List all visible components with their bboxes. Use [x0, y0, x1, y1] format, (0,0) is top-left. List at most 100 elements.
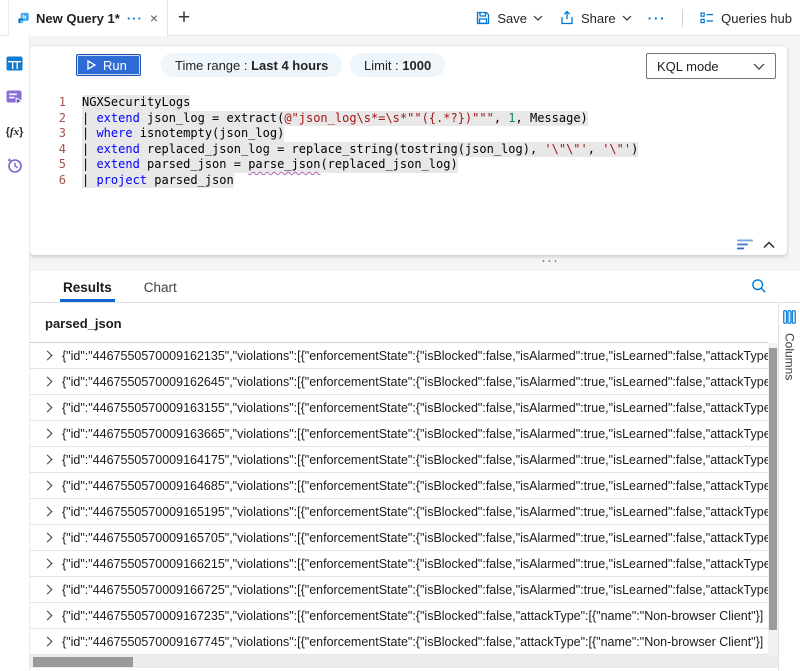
time-range-label: Time range :	[175, 58, 251, 73]
table-row[interactable]: {"id":"4467550570009163155","violations"…	[30, 395, 768, 421]
time-range-value: Last 4 hours	[251, 58, 328, 73]
functions-icon[interactable]: {fx}	[6, 123, 24, 140]
columns-side-panel[interactable]: Columns	[778, 303, 800, 671]
top-bar: New Query 1* ··· × + Save	[0, 0, 800, 36]
tab-chart[interactable]: Chart	[141, 280, 180, 302]
code-text: | project parsed_json	[82, 173, 234, 189]
results-grid: {"id":"4467550570009162135","violations"…	[30, 343, 768, 655]
play-icon	[87, 60, 96, 70]
table-row[interactable]: {"id":"4467550570009166725","violations"…	[30, 577, 768, 603]
row-expand-chevron-icon[interactable]	[43, 559, 53, 569]
row-expand-chevron-icon[interactable]	[43, 637, 53, 647]
line-number: 6	[30, 173, 82, 189]
save-button[interactable]: Save	[475, 10, 543, 26]
run-label: Run	[103, 58, 127, 73]
code-line[interactable]: 4| extend replaced_json_log = replace_st…	[30, 142, 783, 158]
table-row[interactable]: {"id":"4467550570009164175","violations"…	[30, 447, 768, 473]
search-icon[interactable]	[751, 278, 767, 294]
results-section: Results Chart parsed_json {"id":"4467550…	[0, 271, 800, 671]
save-icon	[475, 10, 491, 26]
query-tab[interactable]: New Query 1* ··· ×	[8, 0, 168, 36]
table-row[interactable]: {"id":"4467550570009167235","violations"…	[30, 603, 768, 629]
tab-results[interactable]: Results	[60, 280, 115, 302]
code-text: | extend replaced_json_log = replace_str…	[82, 142, 638, 158]
queries-hub-label: Queries hub	[721, 11, 792, 26]
line-number: 5	[30, 157, 82, 173]
kql-code-editor[interactable]: 1NGXSecurityLogs2| extend json_log = ext…	[30, 95, 783, 188]
columns-panel-label: Columns	[783, 333, 797, 380]
query-history-icon[interactable]	[6, 157, 24, 174]
row-json-value: {"id":"4467550570009163665","violations"…	[62, 427, 768, 441]
row-expand-chevron-icon[interactable]	[43, 455, 53, 465]
table-row[interactable]: {"id":"4467550570009162135","violations"…	[30, 343, 768, 369]
connections-tables-icon[interactable]	[6, 55, 24, 72]
vertical-scrollbar[interactable]	[768, 343, 778, 655]
panel-splitter-handle[interactable]: ···	[541, 253, 559, 268]
query-mode-select[interactable]: KQL mode	[646, 53, 776, 79]
row-expand-chevron-icon[interactable]	[43, 403, 53, 413]
vertical-scrollbar-thumb[interactable]	[769, 348, 777, 630]
run-button[interactable]: Run	[76, 54, 141, 76]
row-expand-chevron-icon[interactable]	[43, 533, 53, 543]
row-json-value: {"id":"4467550570009166725","violations"…	[62, 583, 768, 597]
horizontal-scrollbar[interactable]	[30, 655, 778, 668]
row-expand-chevron-icon[interactable]	[43, 507, 53, 517]
column-header-label: parsed_json	[45, 316, 122, 331]
row-json-value: {"id":"4467550570009162135","violations"…	[62, 349, 768, 363]
code-line[interactable]: 5| extend parsed_json = parse_json(repla…	[30, 157, 783, 173]
chevron-down-icon	[622, 15, 632, 21]
query-editor-card: Run Time range : Last 4 hours Limit : 10…	[30, 46, 787, 255]
filter-lines-icon[interactable]	[737, 239, 753, 251]
chevron-down-icon	[533, 15, 543, 21]
table-row[interactable]: {"id":"4467550570009166215","violations"…	[30, 551, 768, 577]
share-icon	[559, 10, 575, 26]
table-row[interactable]: {"id":"4467550570009167745","violations"…	[30, 629, 768, 655]
grid-column-header[interactable]: parsed_json	[30, 304, 768, 343]
row-json-value: {"id":"4467550570009162645","violations"…	[62, 375, 768, 389]
code-line[interactable]: 2| extend json_log = extract(@"json_log\…	[30, 111, 783, 127]
row-json-value: {"id":"4467550570009167235","violations"…	[62, 609, 768, 623]
row-json-value: {"id":"4467550570009165705","violations"…	[62, 531, 768, 545]
save-label: Save	[497, 11, 527, 26]
code-line[interactable]: 3| where isnotempty(json_log)	[30, 126, 783, 142]
saved-queries-icon[interactable]	[6, 89, 24, 106]
table-row[interactable]: {"id":"4467550570009163665","violations"…	[30, 421, 768, 447]
new-tab-button[interactable]: +	[172, 5, 196, 31]
row-expand-chevron-icon[interactable]	[43, 585, 53, 595]
left-rail: {fx}	[0, 36, 30, 671]
code-line[interactable]: 1NGXSecurityLogs	[30, 95, 783, 111]
table-row[interactable]: {"id":"4467550570009164685","violations"…	[30, 473, 768, 499]
code-text: | where isnotempty(json_log)	[82, 126, 284, 142]
row-expand-chevron-icon[interactable]	[43, 611, 53, 621]
line-number: 4	[30, 142, 82, 158]
row-json-value: {"id":"4467550570009163155","violations"…	[62, 401, 768, 415]
limit-picker[interactable]: Limit : 1000	[350, 53, 445, 77]
horizontal-scrollbar-thumb[interactable]	[33, 657, 133, 667]
more-actions-button[interactable]: ···	[648, 10, 667, 26]
share-button[interactable]: Share	[559, 10, 632, 26]
tab-more-icon[interactable]: ···	[127, 12, 143, 25]
row-json-value: {"id":"4467550570009165195","violations"…	[62, 505, 768, 519]
chevron-down-icon	[753, 63, 765, 70]
queries-hub-icon	[699, 10, 715, 26]
time-range-picker[interactable]: Time range : Last 4 hours	[161, 53, 342, 77]
table-row[interactable]: {"id":"4467550570009162645","violations"…	[30, 369, 768, 395]
limit-label: Limit :	[364, 58, 402, 73]
limit-value: 1000	[402, 58, 431, 73]
row-expand-chevron-icon[interactable]	[43, 377, 53, 387]
row-expand-chevron-icon[interactable]	[43, 429, 53, 439]
table-row[interactable]: {"id":"4467550570009165705","violations"…	[30, 525, 768, 551]
results-tabbar: Results Chart	[30, 271, 800, 303]
top-actions: Save Share ···	[475, 0, 792, 36]
query-mode-value: KQL mode	[657, 59, 719, 74]
row-expand-chevron-icon[interactable]	[43, 481, 53, 491]
table-row[interactable]: {"id":"4467550570009165195","violations"…	[30, 499, 768, 525]
row-expand-chevron-icon[interactable]	[43, 351, 53, 361]
queries-hub-button[interactable]: Queries hub	[699, 10, 792, 26]
code-line[interactable]: 6| project parsed_json	[30, 173, 783, 189]
tab-close-icon[interactable]: ×	[150, 11, 158, 25]
line-number: 3	[30, 126, 82, 142]
row-json-value: {"id":"4467550570009167745","violations"…	[62, 635, 768, 649]
collapse-panel-chevron-icon[interactable]	[762, 239, 776, 251]
row-json-value: {"id":"4467550570009164175","violations"…	[62, 453, 768, 467]
